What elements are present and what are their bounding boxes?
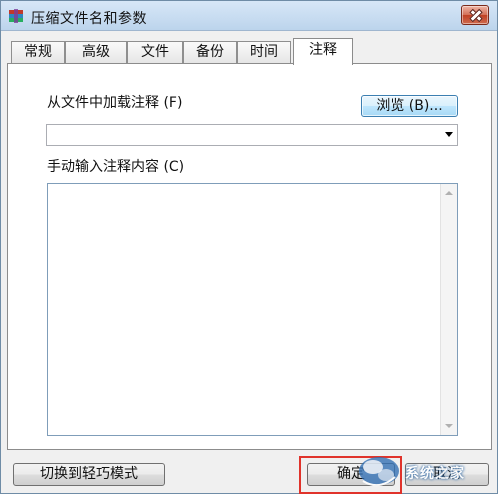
chevron-down-icon[interactable] [445, 132, 453, 137]
manual-comment-label: 手动输入注释内容 (C) [47, 159, 185, 175]
tab-advanced[interactable]: 高级 [65, 41, 127, 63]
tab-backup[interactable]: 备份 [183, 41, 237, 63]
watermark: 系统之家 [353, 447, 493, 493]
watermark-text: 系统之家 [405, 466, 465, 482]
title-bar: 压缩文件名和参数 [1, 1, 497, 31]
scroll-down-icon[interactable] [445, 424, 453, 428]
tab-general[interactable]: 常规 [11, 41, 65, 63]
close-button[interactable] [461, 5, 489, 25]
load-comment-label: 从文件中加载注释 (F) [47, 95, 183, 111]
dialog-window: 压缩文件名和参数 常规 高级 文件 备份 时间 注释 从文件中加载注释 (F) … [0, 0, 498, 494]
comment-file-combobox[interactable] [46, 124, 458, 146]
window-title: 压缩文件名和参数 [31, 11, 147, 27]
tab-files[interactable]: 文件 [127, 41, 183, 63]
tab-strip: 常规 高级 文件 备份 时间 注释 [7, 38, 497, 65]
tab-time[interactable]: 时间 [237, 41, 291, 63]
tab-comment[interactable]: 注释 [293, 38, 353, 65]
winrar-app-icon [9, 9, 23, 23]
vertical-scrollbar[interactable] [440, 184, 457, 435]
watermark-logo-icon [359, 457, 399, 487]
browse-button[interactable]: 浏览 (B)... [361, 95, 458, 117]
comment-textarea[interactable] [47, 183, 458, 436]
easy-mode-button[interactable]: 切换到轻巧模式 [13, 463, 165, 486]
scroll-up-icon[interactable] [445, 191, 453, 195]
